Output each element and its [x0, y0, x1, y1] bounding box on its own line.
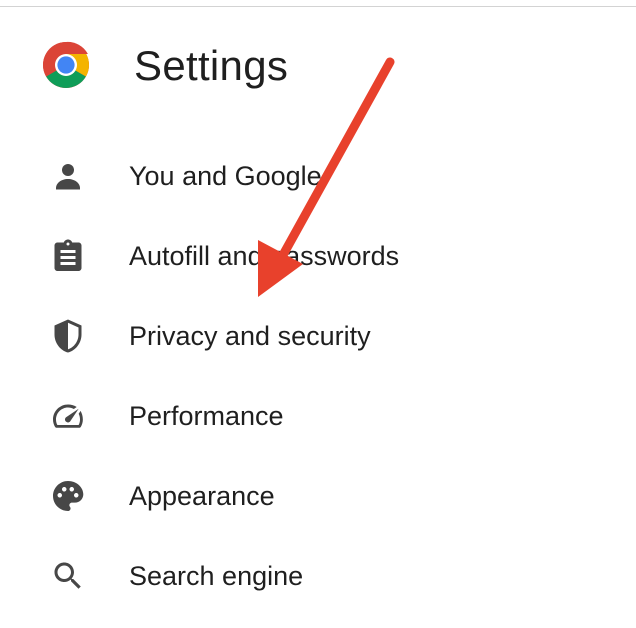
shield-icon: [48, 316, 88, 356]
menu-item-you-and-google[interactable]: You and Google: [0, 136, 636, 216]
menu-item-search-engine[interactable]: Search engine: [0, 536, 636, 616]
speedometer-icon: [48, 396, 88, 436]
menu-item-label: Performance: [129, 401, 284, 431]
settings-header: Settings: [0, 0, 636, 130]
menu-item-label: Privacy and security: [129, 321, 371, 351]
chrome-logo: [43, 41, 89, 88]
menu-item-autofill-and-passwords[interactable]: Autofill and passwords: [0, 216, 636, 296]
clipboard-icon: [48, 236, 88, 276]
menu-item-label: Search engine: [129, 561, 304, 591]
menu-item-label: Autofill and passwords: [129, 241, 400, 271]
menu-item-label: You and Google: [129, 161, 322, 191]
menu-item-appearance[interactable]: Appearance: [0, 456, 636, 536]
palette-icon: [48, 476, 88, 516]
menu-item-performance[interactable]: Performance: [0, 376, 636, 456]
settings-menu: You and Google Autofill and passwords Pr…: [0, 136, 636, 616]
search-icon: [48, 556, 88, 596]
menu-item-privacy-and-security[interactable]: Privacy and security: [0, 296, 636, 376]
page-title: Settings: [134, 42, 289, 89]
menu-item-label: Appearance: [129, 481, 275, 511]
person-icon: [48, 156, 88, 196]
